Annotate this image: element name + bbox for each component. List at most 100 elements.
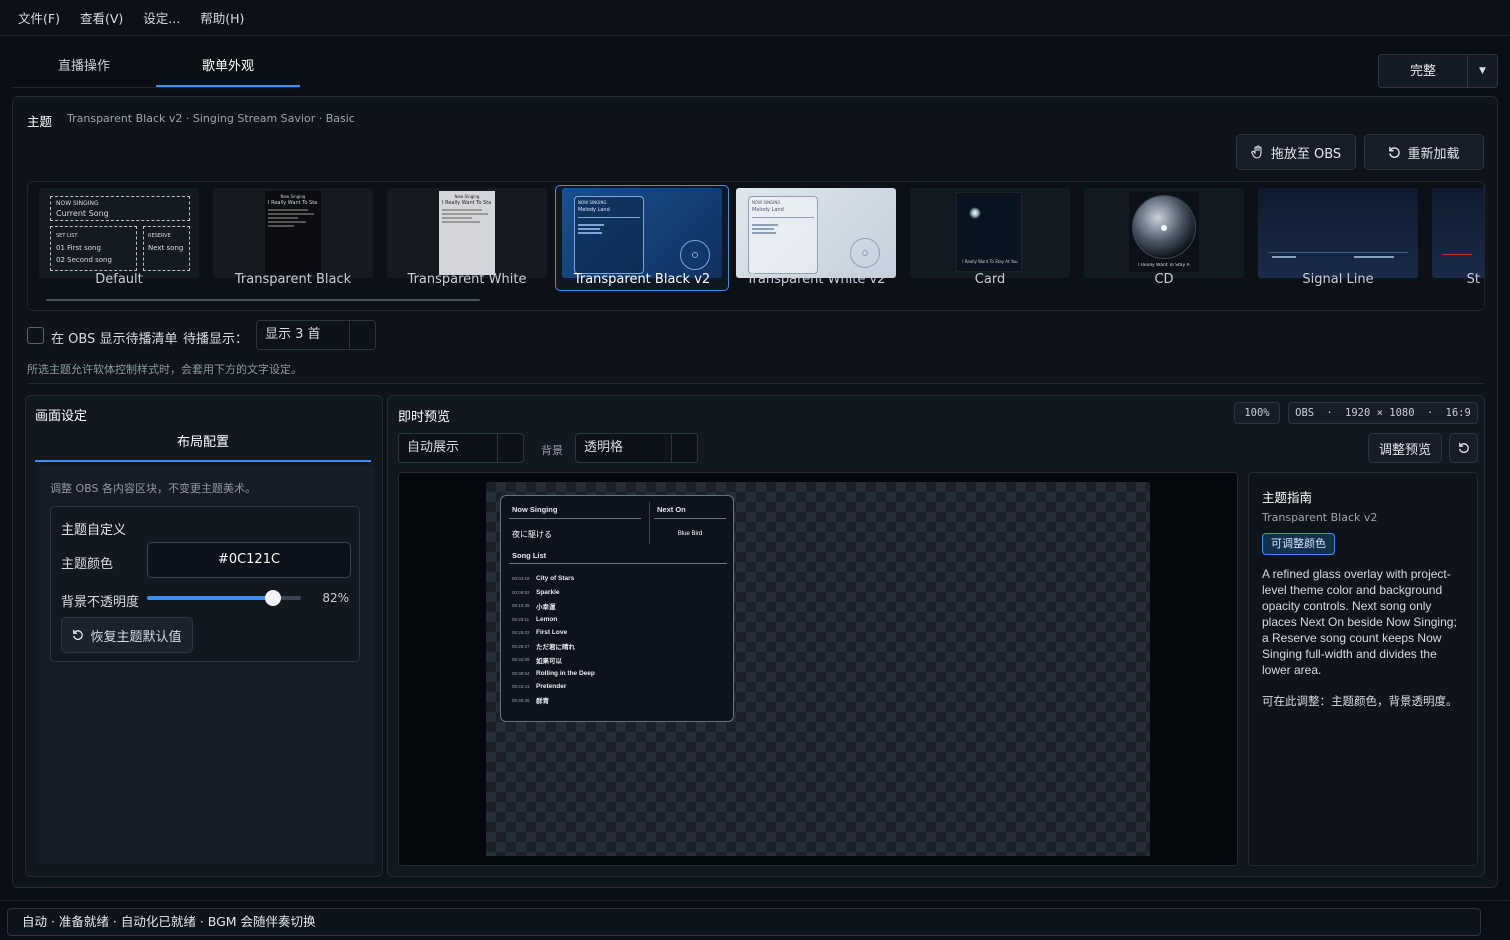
custom-title: 主题自定义: [61, 523, 127, 538]
opacity-value: 82%: [322, 591, 349, 605]
guide-note: 可在此调整：主题颜色，背景透明度。: [1262, 694, 1458, 708]
theme-name-signal-line[interactable]: Signal Line: [1251, 272, 1425, 287]
overlay-song-title: Pretender: [536, 683, 567, 691]
preview-stage: Now Singing Next On 夜に駆ける Blue Bird Song…: [398, 472, 1238, 866]
refresh-icon: [1458, 442, 1469, 453]
layout-hint: 调整 OBS 各内容区块，不变更主题美术。: [50, 482, 256, 495]
theme-name-transparent-black[interactable]: Transparent Black: [206, 272, 380, 287]
theme-name-default[interactable]: Default: [32, 272, 206, 287]
overlay-song-time: 00:04:18: [512, 576, 530, 582]
overlay-song-title: 群青: [536, 698, 549, 706]
background-select[interactable]: 透明格: [575, 433, 698, 463]
theme-subtitle: Transparent Black v2 · Singing Stream Sa…: [67, 112, 355, 125]
thumb-wv2-melody: Melody Land: [752, 207, 784, 213]
thumb-tb-song: I Really Want To Sta: [268, 200, 318, 206]
reload-icon: [1389, 146, 1401, 158]
thumb-next-song: Next song: [148, 244, 184, 252]
live-preview-panel: 即时预览 100% OBS · 1920 × 1080 · 16:9 自动展示 背景…: [387, 395, 1485, 877]
theme-name-transparent-white-v2[interactable]: Transparent White v2: [729, 272, 903, 287]
reset-label: 恢复主题默认值: [90, 629, 182, 645]
thumb-set-list: SET LIST: [56, 233, 78, 239]
overlay-song-title: Lemon: [536, 615, 558, 623]
aspect-ratio: 16:9: [1445, 407, 1471, 419]
theme-thumb-default[interactable]: NOW SINGING Current Song SET LIST 01 First…: [39, 188, 199, 278]
obs-resolution-badge: OBS · 1920 × 1080 · 16:9: [1288, 402, 1478, 424]
gallery-scrollbar[interactable]: [46, 299, 480, 301]
overlay-song-title: ただ君に晴れ: [536, 644, 575, 652]
thumb-second-song: 02 Second song: [56, 256, 112, 264]
overlay-song-time: 00:20:11: [512, 616, 530, 622]
menu-help[interactable]: 帮助(H): [200, 8, 244, 27]
appearance-panel: 主题 Transparent Black v2 · Singing Stream…: [12, 96, 1498, 888]
divider: [27, 383, 1485, 384]
theme-name-partial[interactable]: St: [1426, 272, 1484, 287]
theme-color-label: 主题颜色: [61, 557, 114, 572]
menu-settings[interactable]: 设定...: [143, 8, 180, 27]
theme-thumb-transparent-white-v2[interactable]: NOW SINGING Melody Land: [736, 188, 896, 278]
tab-live-control[interactable]: 直播操作: [12, 50, 156, 87]
overlay-song-row: 00:20:11 Lemon: [512, 613, 722, 627]
overlay-song-time: 00:09:53: [512, 589, 530, 595]
theme-thumb-transparent-black[interactable]: Now Singing I Really Want To Sta: [213, 188, 373, 278]
background-label: 背景: [541, 444, 563, 457]
refresh-preview-button[interactable]: [1449, 433, 1478, 463]
theme-style-note: 所选主题允许软体控制样式时，会套用下方的文字设定。: [27, 363, 302, 376]
main-tabs: 直播操作 歌单外观: [12, 50, 300, 88]
theme-name-cd[interactable]: CD: [1077, 272, 1251, 287]
screen-settings-title: 画面设定: [35, 409, 88, 424]
reset-theme-button[interactable]: 恢复主题默认值: [61, 617, 193, 653]
opacity-slider[interactable]: [147, 590, 301, 606]
theme-thumb-cd[interactable]: I Really Want To Stay A: [1084, 188, 1244, 278]
menu-file[interactable]: 文件(F): [18, 8, 60, 27]
overlay-song-time: 00:43:41: [512, 684, 530, 690]
overlay-song-title: Sparkle: [536, 588, 560, 596]
reload-label: 重新加载: [1407, 146, 1460, 162]
overlay-song-time: 00:15:36: [512, 603, 530, 609]
mode-dropdown[interactable]: 完整 ▼: [1378, 54, 1498, 88]
menu-view[interactable]: 查看(V): [80, 8, 123, 27]
status-text: 自动 · 准备就绪 · 自动化已就绪 · BGM 会随伴奏切换: [7, 908, 1481, 936]
overlay-song-time: 00:38:54: [512, 670, 530, 676]
overlay-song-row: 00:09:53 Sparkle: [512, 586, 722, 600]
mode-label[interactable]: 完整: [1379, 55, 1467, 87]
queue-count-value: 显示 3 首: [265, 327, 321, 342]
overlay-song-time: 00:25:03: [512, 630, 530, 636]
playlist-overlay: Now Singing Next On 夜に駆ける Blue Bird Song…: [500, 495, 734, 722]
theme-thumb-partial[interactable]: [1432, 188, 1484, 278]
drag-to-obs-label: 拖放至 OBS: [1270, 146, 1342, 162]
theme-color-input[interactable]: #0C121C: [147, 542, 351, 578]
overlay-song-time: 00:48:26: [512, 697, 530, 703]
overlay-song-row: 00:29:27 ただ君に晴れ: [512, 640, 722, 654]
guide-title: 主题指南: [1262, 490, 1313, 505]
guide-description: A refined glass overlay with project-lev…: [1262, 567, 1457, 677]
theme-thumb-transparent-black-v2[interactable]: NOW SINGING Melody Land: [562, 188, 722, 278]
show-queue-checkbox[interactable]: [27, 327, 44, 344]
thumb-current-song: Current Song: [56, 209, 109, 218]
theme-name-transparent-black-v2[interactable]: Transparent Black v2: [555, 272, 729, 287]
overlay-song-list: Song List: [512, 551, 547, 560]
overlay-song-time: 00:29:27: [512, 643, 530, 649]
reload-button[interactable]: 重新加载: [1364, 134, 1484, 170]
theme-thumb-signal-line[interactable]: [1258, 188, 1418, 278]
opacity-handle[interactable]: [265, 590, 282, 606]
thumb-card-song: I Really Want To Stay At You: [962, 259, 1018, 264]
theme-thumb-card[interactable]: I Really Want To Stay At You: [910, 188, 1070, 278]
queue-display-label: 待播显示：: [183, 332, 249, 347]
theme-name-transparent-white[interactable]: Transparent White: [380, 272, 554, 287]
transparent-canvas: Now Singing Next On 夜に駆ける Blue Bird Song…: [486, 482, 1150, 856]
theme-name-card[interactable]: Card: [903, 272, 1077, 287]
theme-guide-panel: 主题指南 Transparent Black v2 可调整颜色 A refine…: [1248, 472, 1478, 866]
chevron-down-icon[interactable]: ▼: [1467, 55, 1497, 87]
drag-to-obs-button[interactable]: 拖放至 OBS: [1236, 134, 1356, 170]
tab-layout-config[interactable]: 布局配置: [35, 432, 371, 462]
adjust-preview-button[interactable]: 调整预览: [1368, 433, 1442, 463]
overlay-current-song: 夜に駆ける: [512, 530, 552, 539]
theme-thumb-transparent-white[interactable]: Now Singing I Really Want To Sta: [387, 188, 547, 278]
overlay-song-title: City of Stars: [536, 575, 575, 583]
overlay-song-list-items: 00:04:18 City of Stars 00:09:53 Sparkle 00:1…: [512, 572, 722, 707]
display-mode-select[interactable]: 自动展示: [398, 433, 524, 463]
queue-count-select[interactable]: 显示 3 首: [256, 320, 376, 350]
tab-playlist-appearance[interactable]: 歌单外观: [156, 50, 300, 87]
preview-title: 即时预览: [398, 410, 451, 425]
status-bar: 自动 · 准备就绪 · 自动化已就绪 · BGM 会随伴奏切换: [0, 900, 1510, 940]
